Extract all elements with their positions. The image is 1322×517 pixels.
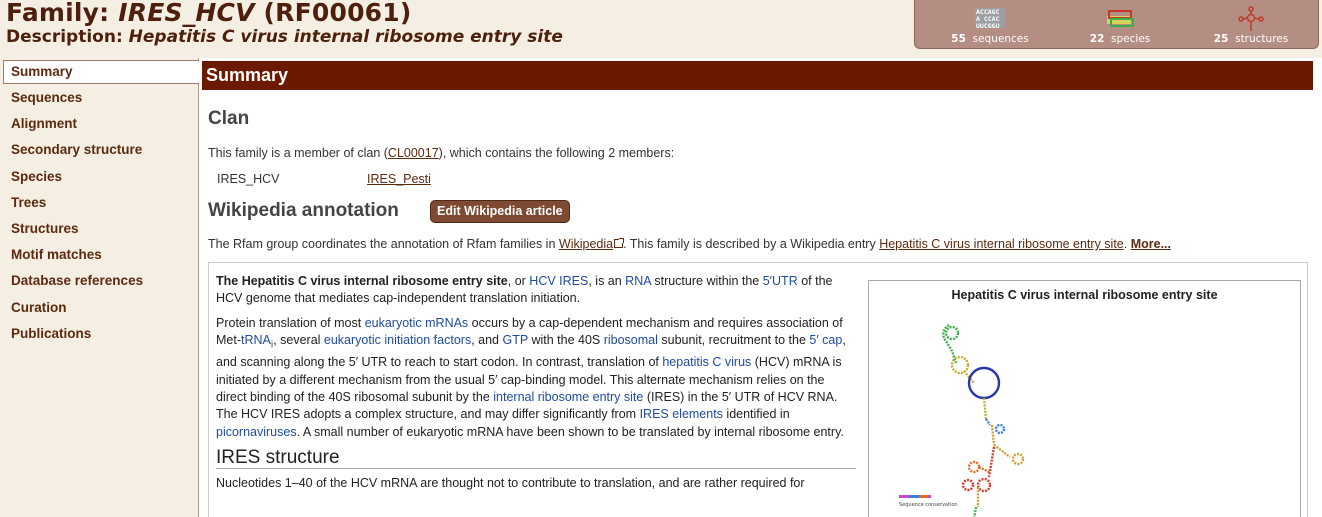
- svg-text:UUCGGU: UUCGGU: [976, 22, 1000, 30]
- wiki-link-internal-ribosome-entry-site[interactable]: internal ribosome entry site: [493, 390, 643, 404]
- sidebar-item-curation[interactable]: Curation: [0, 295, 198, 321]
- wikipedia-entry-link[interactable]: Hepatitis C virus internal ribosome entr…: [879, 237, 1124, 251]
- wikipedia-link[interactable]: Wikipedia: [559, 237, 613, 251]
- page-title: Family: IRES_HCV (RF00061): [6, 0, 412, 27]
- wiki-link-eukaryotic-mrnas[interactable]: eukaryotic mRNAs: [365, 316, 469, 330]
- clan-member-link[interactable]: IRES_Pesti: [367, 172, 431, 186]
- wiki-paragraph-2: Protein translation of most eukaryotic m…: [216, 315, 846, 439]
- edit-wikipedia-button[interactable]: Edit Wikipedia article: [430, 200, 570, 223]
- wikipedia-infobox: Hepatitis C virus internal ribosome entr…: [868, 280, 1301, 517]
- wikipedia-heading: Wikipedia annotation: [208, 200, 399, 221]
- sidebar-item-summary[interactable]: Summary: [3, 60, 200, 84]
- wiki-link-rna[interactable]: RNA: [625, 274, 651, 288]
- wiki-paragraph-1: The Hepatitis C virus internal ribosome …: [216, 274, 833, 306]
- stat-sequences[interactable]: ACCAGC A CCAC UUCGGU 55 sequences: [935, 4, 1045, 48]
- wiki-link-5-cap[interactable]: 5′ cap: [809, 333, 842, 347]
- stat-structures[interactable]: 25 structures: [1197, 4, 1305, 48]
- wiki-link-ires-elements[interactable]: IRES elements: [640, 407, 723, 421]
- external-link-icon: [614, 238, 625, 248]
- sidebar-item-publications[interactable]: Publications: [0, 321, 198, 347]
- summary-divider: [202, 89, 1313, 90]
- species-icon: [1103, 6, 1137, 34]
- clan-heading: Clan: [208, 108, 250, 129]
- stat-species-label: 22 species: [1089, 33, 1151, 45]
- stat-species[interactable]: 22 species: [1075, 4, 1165, 48]
- wiki-link-hepatitis-c-virus[interactable]: hepatitis C virus: [662, 355, 751, 369]
- family-stats-box: ACCAGC A CCAC UUCGGU 55 sequences 22 spe…: [914, 0, 1319, 49]
- wiki-link-gtp[interactable]: GTP: [502, 333, 527, 347]
- infobox-legend: Sequence conservation: [899, 502, 958, 508]
- wiki-paragraph-3: Nucleotides 1–40 of the HCV mRNA are tho…: [216, 475, 805, 490]
- clan-member-ires-hcv: IRES_HCV: [217, 172, 280, 186]
- more-link[interactable]: More...: [1131, 237, 1171, 251]
- wikipedia-article-body: The Hepatitis C virus internal ribosome …: [216, 273, 856, 499]
- clan-description: This family is a member of clan (CL00017…: [208, 146, 675, 160]
- wiki-link-hcv-ires[interactable]: HCV IRES: [529, 274, 588, 288]
- stat-sequences-label: 55 sequences: [951, 33, 1029, 45]
- infobox-title: Hepatitis C virus internal ribosome entr…: [951, 288, 1218, 302]
- wiki-link-ribosomal[interactable]: ribosomal: [604, 333, 658, 347]
- page-description: Description: Hepatitis C virus internal …: [6, 27, 563, 47]
- structures-icon: [1234, 6, 1268, 36]
- ires-structure-heading: IRES structure: [216, 448, 856, 469]
- stat-structures-label: 25 structures: [1213, 33, 1289, 45]
- sidebar-item-trees[interactable]: Trees: [0, 190, 198, 216]
- description-value: Hepatitis C virus internal ribosome entr…: [128, 27, 563, 47]
- sidebar-item-motif-matches[interactable]: Motif matches: [0, 242, 198, 268]
- sidebar-item-database-references[interactable]: Database references: [0, 268, 198, 294]
- wikipedia-intro: The Rfam group coordinates the annotatio…: [208, 237, 1171, 251]
- sequences-icon: ACCAGC A CCAC UUCGGU: [973, 6, 1007, 34]
- sidebar-item-structures[interactable]: Structures: [0, 216, 198, 242]
- wikipedia-article-box: The Hepatitis C virus internal ribosome …: [208, 262, 1308, 517]
- sidebar-item-secondary-structure[interactable]: Secondary structure: [0, 137, 198, 163]
- wiki-link-trna[interactable]: tRNAi: [241, 333, 273, 351]
- wiki-link-5utr[interactable]: 5′UTR: [763, 274, 798, 288]
- clan-member-ires-pesti: IRES_Pesti: [367, 172, 431, 186]
- main-content: Summary Clan This family is a member of …: [199, 58, 1322, 517]
- wiki-link-picornaviruses[interactable]: picornaviruses: [216, 425, 297, 439]
- clan-link[interactable]: CL00017: [388, 146, 439, 160]
- sidebar-nav: Summary Sequences Alignment Secondary st…: [0, 58, 200, 517]
- family-name: IRES_HCV: [118, 0, 255, 27]
- sidebar-item-sequences[interactable]: Sequences: [0, 85, 198, 111]
- summary-heading: Summary: [202, 61, 1313, 89]
- sidebar-item-species[interactable]: Species: [0, 164, 198, 190]
- wiki-link-eukaryotic-initiation-factors[interactable]: eukaryotic initiation factors: [324, 333, 471, 347]
- secondary-structure-image: Sequence conservation: [899, 323, 1025, 517]
- sidebar-item-alignment[interactable]: Alignment: [0, 111, 198, 137]
